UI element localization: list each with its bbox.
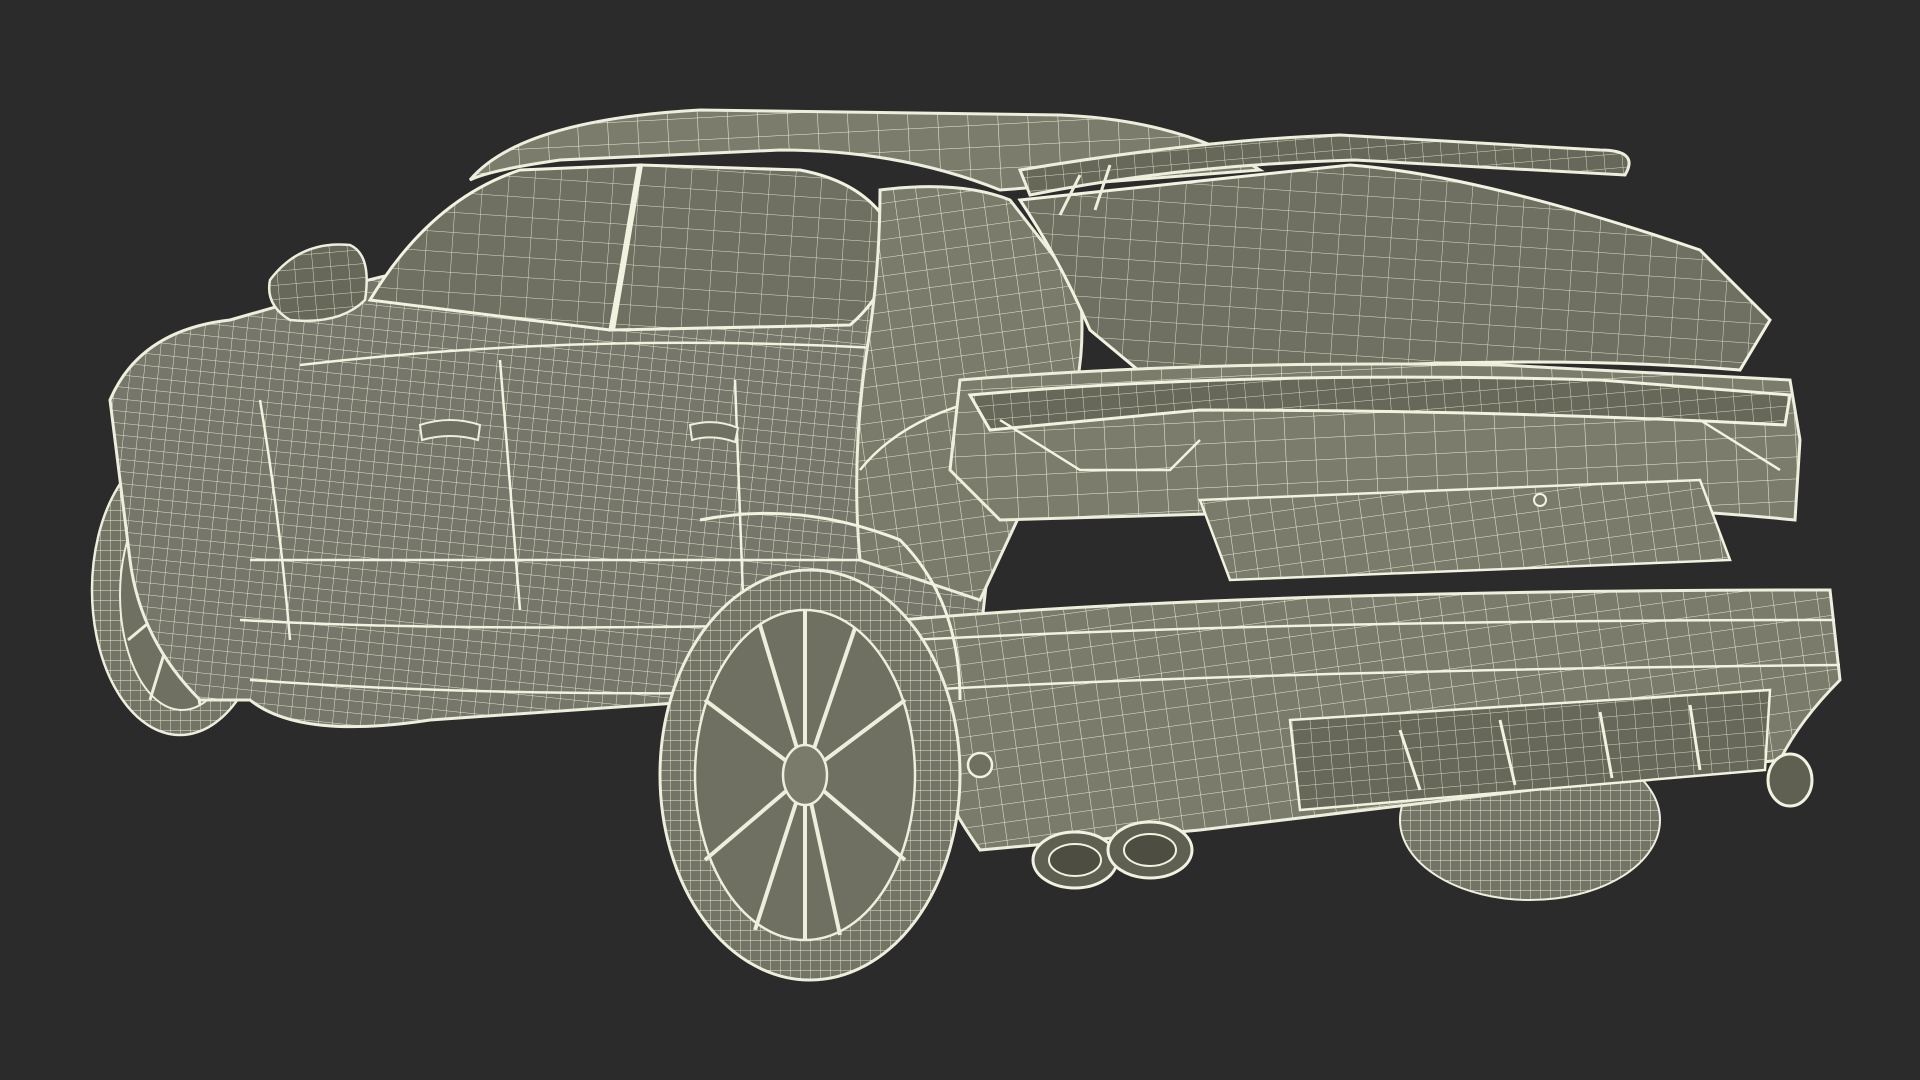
render-viewport [0, 0, 1920, 1080]
side-mirror [267, 243, 368, 323]
wireframe-car [90, 108, 1842, 982]
side-windows [367, 163, 902, 332]
rear-trunk [948, 362, 1802, 582]
rear-window [1017, 163, 1772, 382]
rear-wheel [658, 568, 962, 982]
rear-bumper [898, 588, 1842, 852]
